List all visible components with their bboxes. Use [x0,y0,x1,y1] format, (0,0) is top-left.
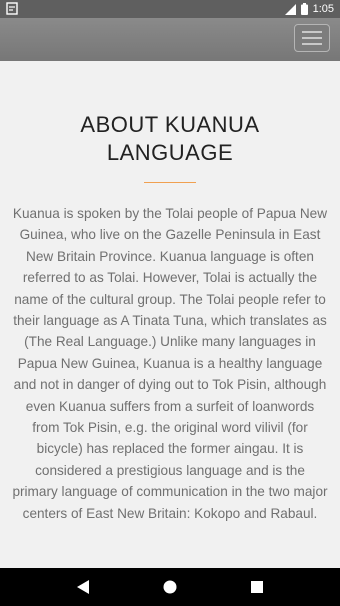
status-time: 1:05 [312,3,334,15]
menu-line [302,43,322,45]
navigation-bar [0,568,340,606]
title-divider [144,182,196,183]
hamburger-menu-icon[interactable] [294,24,330,52]
status-icons: 1:05 [284,3,334,15]
notification-icon [6,2,18,15]
home-circle-icon[interactable] [150,568,190,606]
battery-icon [300,3,308,15]
status-bar: 1:05 [0,0,340,18]
menu-line [302,37,322,39]
page-title: ABOUT KUANUA LANGUAGE [80,112,260,165]
signal-icon [284,3,296,15]
menu-line [302,31,322,33]
app-bar [0,18,340,61]
body-text: Kuanua is spoken by the Tolai people of … [12,206,328,521]
main-content[interactable]: ABOUT KUANUA LANGUAGE Kuanua is spoken b… [0,61,340,568]
back-triangle-icon[interactable] [63,568,103,606]
recents-square-icon[interactable] [237,568,277,606]
